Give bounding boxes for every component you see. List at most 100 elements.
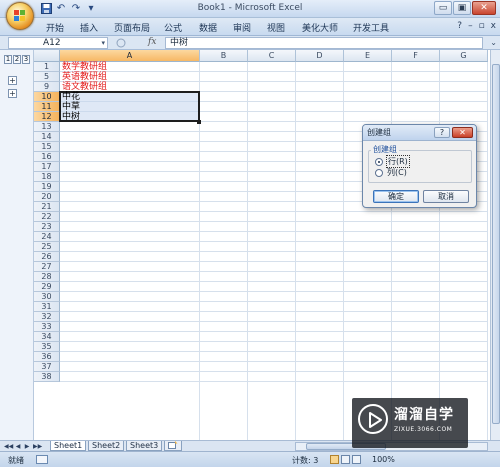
- row-header[interactable]: 17: [34, 162, 60, 172]
- column-header-d[interactable]: D: [296, 50, 344, 62]
- row-header[interactable]: 30: [34, 292, 60, 302]
- tab-view[interactable]: 视图: [267, 21, 285, 34]
- column-header-f[interactable]: F: [392, 50, 440, 62]
- tab-page-layout[interactable]: 页面布局: [114, 21, 150, 34]
- sheet-tab-2[interactable]: Sheet2: [88, 441, 125, 451]
- tab-home[interactable]: 开始: [46, 21, 64, 34]
- column-header-a[interactable]: A: [60, 50, 200, 62]
- row-header[interactable]: 29: [34, 282, 60, 292]
- row-header[interactable]: 19: [34, 182, 60, 192]
- row-header[interactable]: 26: [34, 252, 60, 262]
- help-icon[interactable]: ?: [457, 21, 462, 31]
- normal-view-icon[interactable]: [330, 455, 339, 464]
- close-button[interactable]: ✕: [472, 1, 496, 15]
- fill-handle[interactable]: [197, 120, 201, 124]
- first-sheet-icon[interactable]: ◀◀: [4, 442, 13, 451]
- page-layout-view-icon[interactable]: [341, 455, 350, 464]
- vertical-scrollbar[interactable]: [490, 50, 500, 440]
- insert-function-icon[interactable]: fx: [148, 37, 156, 47]
- tab-data[interactable]: 数据: [199, 21, 217, 34]
- row-header[interactable]: 22: [34, 212, 60, 222]
- row-header[interactable]: 38: [34, 372, 60, 382]
- expand-group-icon[interactable]: +: [8, 76, 17, 85]
- workbook-close-icon[interactable]: x: [491, 21, 496, 31]
- office-button[interactable]: [6, 2, 34, 30]
- cell-a12[interactable]: 中树: [62, 112, 80, 122]
- insert-sheet-icon[interactable]: [164, 441, 182, 451]
- name-box[interactable]: A12 ▾: [8, 37, 108, 49]
- column-header-c[interactable]: C: [248, 50, 296, 62]
- page-break-view-icon[interactable]: [352, 455, 361, 464]
- status-count: 计数: 3: [292, 456, 319, 465]
- row-header[interactable]: 11: [34, 102, 60, 112]
- cell-a1[interactable]: 数学教研组: [62, 62, 107, 72]
- row-header[interactable]: 24: [34, 232, 60, 242]
- dialog-close-button[interactable]: ✕: [452, 127, 473, 138]
- sheet-tab-3[interactable]: Sheet3: [126, 441, 163, 451]
- minimize-button[interactable]: ▭: [434, 1, 452, 15]
- row-header[interactable]: 12: [34, 112, 60, 122]
- column-header-g[interactable]: G: [440, 50, 488, 62]
- row-header[interactable]: 1: [34, 62, 60, 72]
- row-header[interactable]: 36: [34, 352, 60, 362]
- outline-level-1[interactable]: 1: [4, 55, 12, 64]
- tab-review[interactable]: 审阅: [233, 21, 251, 34]
- row-header[interactable]: 27: [34, 262, 60, 272]
- row-header[interactable]: 32: [34, 312, 60, 322]
- row-header[interactable]: 23: [34, 222, 60, 232]
- workbook-restore-icon[interactable]: ▫: [479, 21, 485, 31]
- sheet-tab-1[interactable]: Sheet1: [50, 441, 87, 451]
- row-header[interactable]: 28: [34, 272, 60, 282]
- last-sheet-icon[interactable]: ▶▶: [33, 442, 42, 451]
- row-header[interactable]: 13: [34, 122, 60, 132]
- prev-sheet-icon[interactable]: ◀: [14, 442, 22, 451]
- title-bar: ↶ ↷ ▾ Book1 - Microsoft Excel ▭ ▣ ✕: [0, 0, 500, 18]
- row-header[interactable]: 21: [34, 202, 60, 212]
- cell-a5[interactable]: 英语教研组: [62, 72, 107, 82]
- radio-columns[interactable]: 列(C): [375, 167, 408, 178]
- macro-record-icon[interactable]: [36, 455, 48, 464]
- row-header[interactable]: 10: [34, 92, 60, 102]
- zoom-level[interactable]: 100%: [372, 455, 395, 464]
- expand-group-icon[interactable]: +: [8, 89, 17, 98]
- select-all-corner[interactable]: [34, 50, 60, 62]
- cell-a11[interactable]: 中草: [62, 102, 80, 112]
- chevron-down-icon[interactable]: ▾: [101, 38, 105, 49]
- row-header[interactable]: 35: [34, 342, 60, 352]
- row-header[interactable]: 20: [34, 192, 60, 202]
- row-header[interactable]: 5: [34, 72, 60, 82]
- row-header[interactable]: 31: [34, 302, 60, 312]
- outline-level-3[interactable]: 3: [22, 55, 30, 64]
- gridline: [60, 71, 488, 72]
- gridline: [60, 351, 488, 352]
- workbook-minimize-icon[interactable]: –: [468, 21, 473, 31]
- row-header[interactable]: 34: [34, 332, 60, 342]
- tab-formulas[interactable]: 公式: [164, 21, 182, 34]
- ok-button[interactable]: 确定: [373, 190, 419, 203]
- outline-level-2[interactable]: 2: [13, 55, 21, 64]
- vertical-scroll-thumb[interactable]: [492, 64, 500, 424]
- row-header[interactable]: 18: [34, 172, 60, 182]
- tab-beautify[interactable]: 美化大师: [302, 21, 338, 34]
- restore-button[interactable]: ▣: [453, 1, 471, 15]
- tab-developer[interactable]: 开发工具: [353, 21, 389, 34]
- column-header-b[interactable]: B: [200, 50, 248, 62]
- cancel-button[interactable]: 取消: [423, 190, 469, 203]
- row-header[interactable]: 25: [34, 242, 60, 252]
- expand-formula-icon[interactable]: ⌄: [490, 38, 497, 47]
- next-sheet-icon[interactable]: ▶: [23, 442, 31, 451]
- row-header[interactable]: 9: [34, 82, 60, 92]
- row-header[interactable]: 33: [34, 322, 60, 332]
- column-header-e[interactable]: E: [344, 50, 392, 62]
- row-header[interactable]: 15: [34, 142, 60, 152]
- row-header[interactable]: 37: [34, 362, 60, 372]
- radio-unselected-icon: [375, 168, 383, 177]
- cell-a9[interactable]: 语文教研组: [62, 82, 107, 92]
- cell-a10[interactable]: 中花: [62, 92, 80, 102]
- tab-insert[interactable]: 插入: [80, 21, 98, 34]
- dialog-help-button[interactable]: ?: [434, 127, 450, 138]
- row-header[interactable]: 16: [34, 152, 60, 162]
- row-header[interactable]: 14: [34, 132, 60, 142]
- worksheet-grid[interactable]: A B C D E F G 1 5 9 10 11 12 13 14 15 16 17 18 19 20 21 22 23 24…: [34, 50, 490, 440]
- formula-input[interactable]: 中树: [165, 37, 483, 49]
